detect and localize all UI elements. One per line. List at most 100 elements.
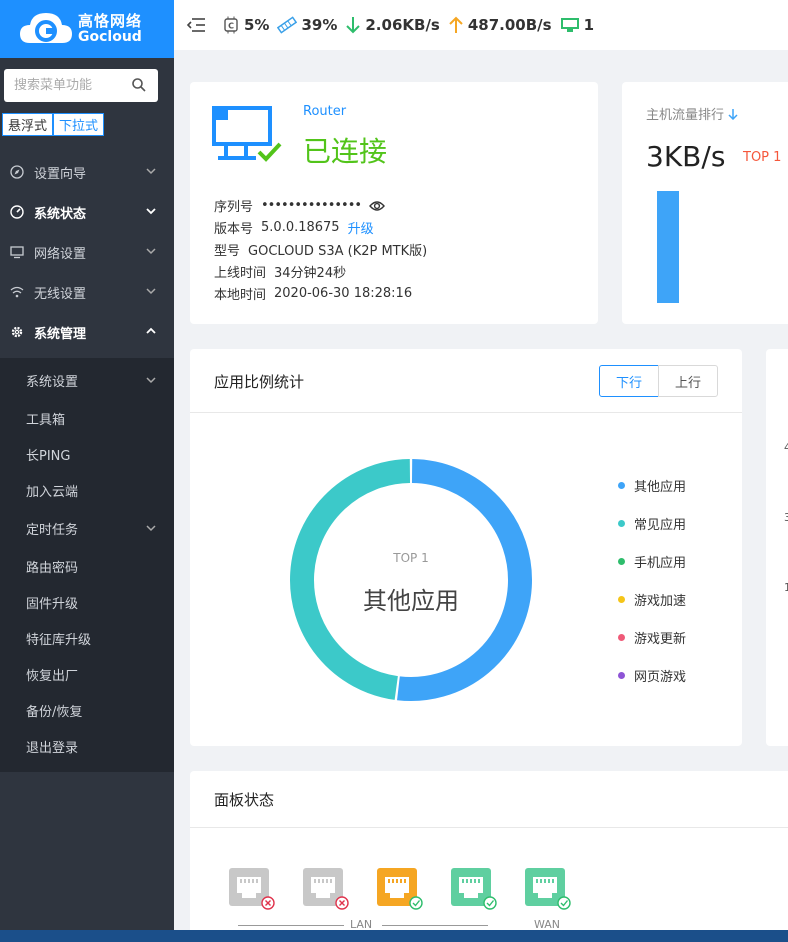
- mode-dropdown-button[interactable]: 下拉式: [53, 113, 105, 136]
- uptime-value: 34分钟24秒: [274, 266, 347, 281]
- nav-item-setup-wizard[interactable]: 设置向导: [0, 152, 174, 192]
- submenu-item-scheduled-tasks[interactable]: 定时任务: [26, 510, 174, 546]
- mode-float-button[interactable]: 悬浮式: [2, 113, 54, 136]
- panel-status-title: 面板状态: [214, 791, 275, 809]
- submenu-label: 系统设置: [26, 374, 79, 390]
- chevron-down-icon: [146, 288, 156, 295]
- legend-item[interactable]: 网页游戏: [618, 666, 686, 685]
- compass-icon: [10, 165, 24, 179]
- submenu-label: 恢复出厂: [26, 668, 79, 684]
- logo[interactable]: 高恪网络 Gocloud: [0, 0, 174, 58]
- legend-item[interactable]: 手机应用: [618, 552, 686, 571]
- legend-dot: [618, 672, 625, 679]
- upload-speed: 487.00B/s: [467, 16, 552, 34]
- uptime-key: 上线时间: [214, 266, 267, 281]
- submenu-item-join-cloud[interactable]: 加入云端: [26, 472, 174, 508]
- submenu-item-toolbox[interactable]: 工具箱: [26, 400, 174, 436]
- submenu-label: 长PING: [26, 448, 71, 464]
- host-traffic-card: 主机流量排行 3KB/s TOP 1: [622, 82, 788, 324]
- eye-icon[interactable]: [369, 200, 385, 212]
- localtime-row: 本地时间 2020-06-30 18:28:16: [214, 284, 412, 303]
- upload-stat: 487.00B/s: [448, 16, 552, 34]
- clients-stat: 1: [560, 16, 594, 34]
- traffic-top-label: TOP 1: [743, 150, 782, 165]
- submenu-label: 特征库升级: [26, 632, 92, 648]
- nav-item-network-settings[interactable]: 网络设置: [0, 232, 174, 272]
- submenu-item-backup-restore[interactable]: 备份/恢复: [26, 692, 174, 728]
- cloud-logo-icon: [20, 13, 72, 43]
- menu-mode-toggle: 悬浮式 下拉式: [2, 113, 105, 136]
- nav-label: 系统状态: [34, 206, 87, 222]
- version-row: 版本号 5.0.0.18675 升级: [214, 218, 374, 237]
- nav-label: 系统管理: [34, 326, 87, 342]
- sidebar: 高恪网络 Gocloud 悬浮式 下拉式 设置向导 系统状态 网络设置 无线设置…: [0, 0, 174, 930]
- computer-icon: [560, 18, 579, 32]
- submenu-item-router-password[interactable]: 路由密码: [26, 548, 174, 584]
- donut-slice-0[interactable]: [397, 459, 532, 701]
- clients-count: 1: [583, 16, 595, 34]
- partial-chart-card: 4 3 1: [766, 349, 788, 746]
- legend-label: 常见应用: [634, 518, 687, 533]
- wan-port[interactable]: [524, 867, 572, 911]
- app-donut-chart: [290, 459, 532, 701]
- card-divider: [190, 412, 742, 413]
- lan-port-1[interactable]: [228, 867, 276, 911]
- connection-status: 已连接: [303, 135, 388, 168]
- legend-label: 网页游戏: [634, 670, 687, 685]
- gear-icon: [10, 325, 24, 339]
- uptime-row: 上线时间 34分钟24秒: [214, 262, 346, 281]
- system-management-submenu: 系统设置 工具箱 长PING 加入云端 定时任务 路由密码 固件升级 特征库升级…: [0, 358, 174, 772]
- version-value: 5.0.0.18675: [261, 220, 340, 235]
- donut-slice-1[interactable]: [290, 459, 411, 700]
- nav-item-system-management[interactable]: 系统管理: [0, 312, 174, 352]
- tab-download[interactable]: 下行: [599, 365, 659, 397]
- submenu-item-long-ping[interactable]: 长PING: [26, 436, 174, 472]
- ethernet-port-icon: [303, 868, 349, 910]
- nav-item-system-status[interactable]: 系统状态: [0, 192, 174, 232]
- legend-item[interactable]: 常见应用: [618, 514, 686, 533]
- upgrade-link[interactable]: 升级: [348, 218, 374, 237]
- legend-item[interactable]: 其他应用: [618, 476, 686, 495]
- serial-value: •••••••••••••••: [261, 198, 362, 213]
- model-row: 型号 GOCLOUD S3A (K2P MTK版): [214, 240, 427, 259]
- monitor-icon: [10, 245, 24, 259]
- axis-tick: 1: [784, 581, 788, 594]
- legend-item[interactable]: 游戏更新: [618, 628, 686, 647]
- serial-key: 序列号: [214, 200, 254, 215]
- arrow-up-icon: [449, 16, 463, 33]
- panel-status-card: 面板状态 LAN WAN: [190, 771, 788, 942]
- localtime-value: 2020-06-30 18:28:16: [274, 286, 413, 301]
- serial-row: 序列号 •••••••••••••••: [214, 196, 385, 215]
- submenu-item-factory-reset[interactable]: 恢复出厂: [26, 656, 174, 692]
- search-icon[interactable]: [131, 77, 147, 93]
- arrow-down-icon: [346, 17, 361, 34]
- lan-port-3[interactable]: [376, 867, 424, 911]
- submenu-label: 路由密码: [26, 560, 79, 576]
- submenu-item-logout[interactable]: 退出登录: [26, 728, 174, 764]
- card-divider: [190, 827, 788, 828]
- legend-label: 游戏更新: [634, 632, 687, 647]
- lan-line-left: [238, 925, 344, 926]
- cpu-value: 5%: [244, 16, 270, 34]
- legend-item[interactable]: 游戏加速: [618, 590, 686, 609]
- traffic-value: 3KB/s: [646, 140, 726, 173]
- tab-upload[interactable]: 上行: [658, 365, 718, 397]
- chevron-up-icon: [146, 327, 156, 334]
- chevron-down-icon: [146, 168, 156, 175]
- legend-label: 其他应用: [634, 480, 687, 495]
- submenu-item-firmware-upgrade[interactable]: 固件升级: [26, 584, 174, 620]
- legend-dot: [618, 596, 625, 603]
- submenu-item-system-settings[interactable]: 系统设置: [26, 362, 174, 398]
- model-value: GOCLOUD S3A (K2P MTK版): [248, 244, 428, 259]
- submenu-label: 固件升级: [26, 596, 79, 612]
- lan-port-4[interactable]: [450, 867, 498, 911]
- ethernet-port-icon: [377, 868, 423, 910]
- version-key: 版本号: [214, 222, 254, 237]
- ethernet-port-icon: [451, 868, 497, 910]
- traffic-title[interactable]: 主机流量排行: [646, 104, 738, 123]
- nav-item-wireless-settings[interactable]: 无线设置: [0, 272, 174, 312]
- lan-port-2[interactable]: [302, 867, 350, 911]
- menu-collapse-icon[interactable]: [186, 16, 206, 34]
- submenu-item-signature-upgrade[interactable]: 特征库升级: [26, 620, 174, 656]
- traffic-title-text: 主机流量排行: [646, 108, 725, 123]
